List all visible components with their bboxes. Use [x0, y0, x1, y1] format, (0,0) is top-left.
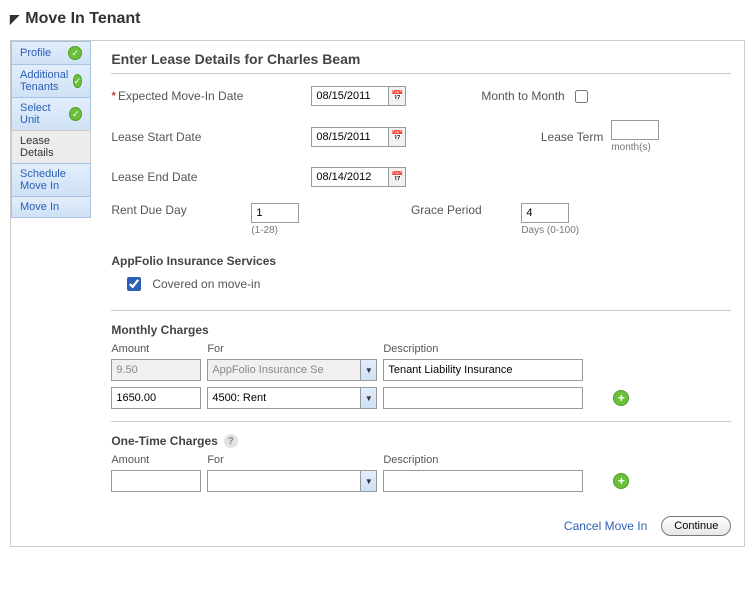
calendar-icon[interactable]: 📅: [388, 167, 406, 187]
col-for: For: [207, 343, 377, 355]
monthly-amount-input: [111, 359, 201, 381]
monthly-charges-header: Amount For Description: [111, 343, 731, 355]
sidebar-item-label: Schedule Move In: [20, 168, 82, 192]
col-for: For: [207, 454, 377, 466]
wizard-sidebar: Profile ✓ Additional Tenants ✓ Select Un…: [11, 41, 91, 546]
monthly-charge-row: ▼: [111, 359, 731, 381]
sidebar-item-additional-tenants[interactable]: Additional Tenants ✓: [11, 64, 91, 98]
col-amount: Amount: [111, 454, 201, 466]
collapse-arrow-icon: ◤: [10, 12, 19, 26]
dropdown-icon[interactable]: ▼: [360, 388, 376, 408]
monthly-charges-heading: Monthly Charges: [111, 323, 731, 337]
rent-due-day-label: Rent Due Day: [111, 203, 251, 217]
col-description: Description: [383, 343, 583, 355]
insurance-heading: AppFolio Insurance Services: [111, 254, 731, 268]
grace-period-helper: Days (0-100): [521, 225, 631, 236]
lease-end-label: Lease End Date: [111, 170, 311, 184]
sidebar-item-label: Additional Tenants: [20, 69, 73, 93]
calendar-icon[interactable]: 📅: [388, 127, 406, 147]
rent-row: Rent Due Day (1-28) Grace Period Days (0…: [111, 203, 731, 236]
onetime-charges-heading: One-Time Charges ?: [111, 434, 731, 448]
add-row-button[interactable]: +: [613, 390, 629, 406]
page-title-text: Move In Tenant: [25, 10, 140, 28]
footer-actions: Cancel Move In Continue: [111, 516, 731, 536]
lease-term-label: Lease Term: [481, 130, 611, 144]
check-icon: ✓: [68, 46, 82, 60]
lease-term-input[interactable]: [611, 120, 659, 140]
monthly-description-input[interactable]: [383, 387, 583, 409]
onetime-amount-input[interactable]: [111, 470, 201, 492]
rent-due-day-input[interactable]: [251, 203, 299, 223]
divider: [111, 310, 731, 311]
expected-move-in-input[interactable]: [311, 86, 389, 106]
col-description: Description: [383, 454, 583, 466]
add-row-button[interactable]: +: [613, 473, 629, 489]
sidebar-item-select-unit[interactable]: Select Unit ✓: [11, 97, 91, 131]
onetime-charge-row: ▼ +: [111, 470, 731, 492]
monthly-for-select: [207, 359, 377, 381]
continue-button[interactable]: Continue: [661, 516, 731, 536]
calendar-icon[interactable]: 📅: [388, 86, 406, 106]
onetime-description-input[interactable]: [383, 470, 583, 492]
check-icon: ✓: [73, 74, 83, 88]
monthly-description-input[interactable]: [383, 359, 583, 381]
sidebar-item-profile[interactable]: Profile ✓: [11, 41, 91, 65]
main-container: Profile ✓ Additional Tenants ✓ Select Un…: [10, 40, 745, 547]
sidebar-item-schedule-move-in[interactable]: Schedule Move In: [11, 163, 91, 197]
expected-move-in-label: *Expected Move-In Date: [111, 89, 311, 103]
covered-label: Covered on move-in: [152, 277, 260, 291]
col-amount: Amount: [111, 343, 201, 355]
onetime-for-select[interactable]: [207, 470, 377, 492]
lease-dates-grid: *Expected Move-In Date 📅 Month to Month …: [111, 86, 731, 187]
help-icon[interactable]: ?: [224, 434, 238, 448]
grace-period-label: Grace Period: [371, 203, 521, 217]
lease-start-input[interactable]: [311, 127, 389, 147]
cancel-move-in-link[interactable]: Cancel Move In: [564, 519, 647, 533]
month-to-month-label: Month to Month: [481, 89, 564, 103]
lease-start-field: 📅: [311, 127, 481, 147]
expected-move-in-field: 📅: [311, 86, 481, 106]
sidebar-item-label: Lease Details: [20, 135, 82, 159]
covered-checkbox[interactable]: [127, 277, 141, 291]
section-heading: Enter Lease Details for Charles Beam: [111, 51, 731, 74]
monthly-for-select[interactable]: [207, 387, 377, 409]
month-to-month-checkbox[interactable]: [575, 90, 588, 103]
monthly-amount-input[interactable]: [111, 387, 201, 409]
main-panel: Enter Lease Details for Charles Beam *Ex…: [91, 41, 751, 546]
sidebar-item-move-in[interactable]: Move In: [11, 196, 91, 218]
onetime-charges-header: Amount For Description: [111, 454, 731, 466]
monthly-charge-row: ▼ +: [111, 387, 731, 409]
sidebar-item-label: Profile: [20, 47, 51, 59]
lease-end-field: 📅: [311, 167, 481, 187]
sidebar-item-lease-details: Lease Details: [11, 130, 91, 164]
dropdown-icon: ▼: [360, 360, 376, 380]
check-icon: ✓: [69, 107, 82, 121]
dropdown-icon[interactable]: ▼: [360, 471, 376, 491]
sidebar-item-label: Move In: [20, 201, 59, 213]
rent-due-day-helper: (1-28): [251, 225, 371, 236]
lease-term-helper: month(s): [611, 142, 731, 153]
divider: [111, 421, 731, 422]
page-title: ◤ Move In Tenant: [10, 10, 745, 28]
sidebar-item-label: Select Unit: [20, 102, 69, 126]
lease-start-label: Lease Start Date: [111, 130, 311, 144]
lease-end-input[interactable]: [311, 167, 389, 187]
grace-period-input[interactable]: [521, 203, 569, 223]
